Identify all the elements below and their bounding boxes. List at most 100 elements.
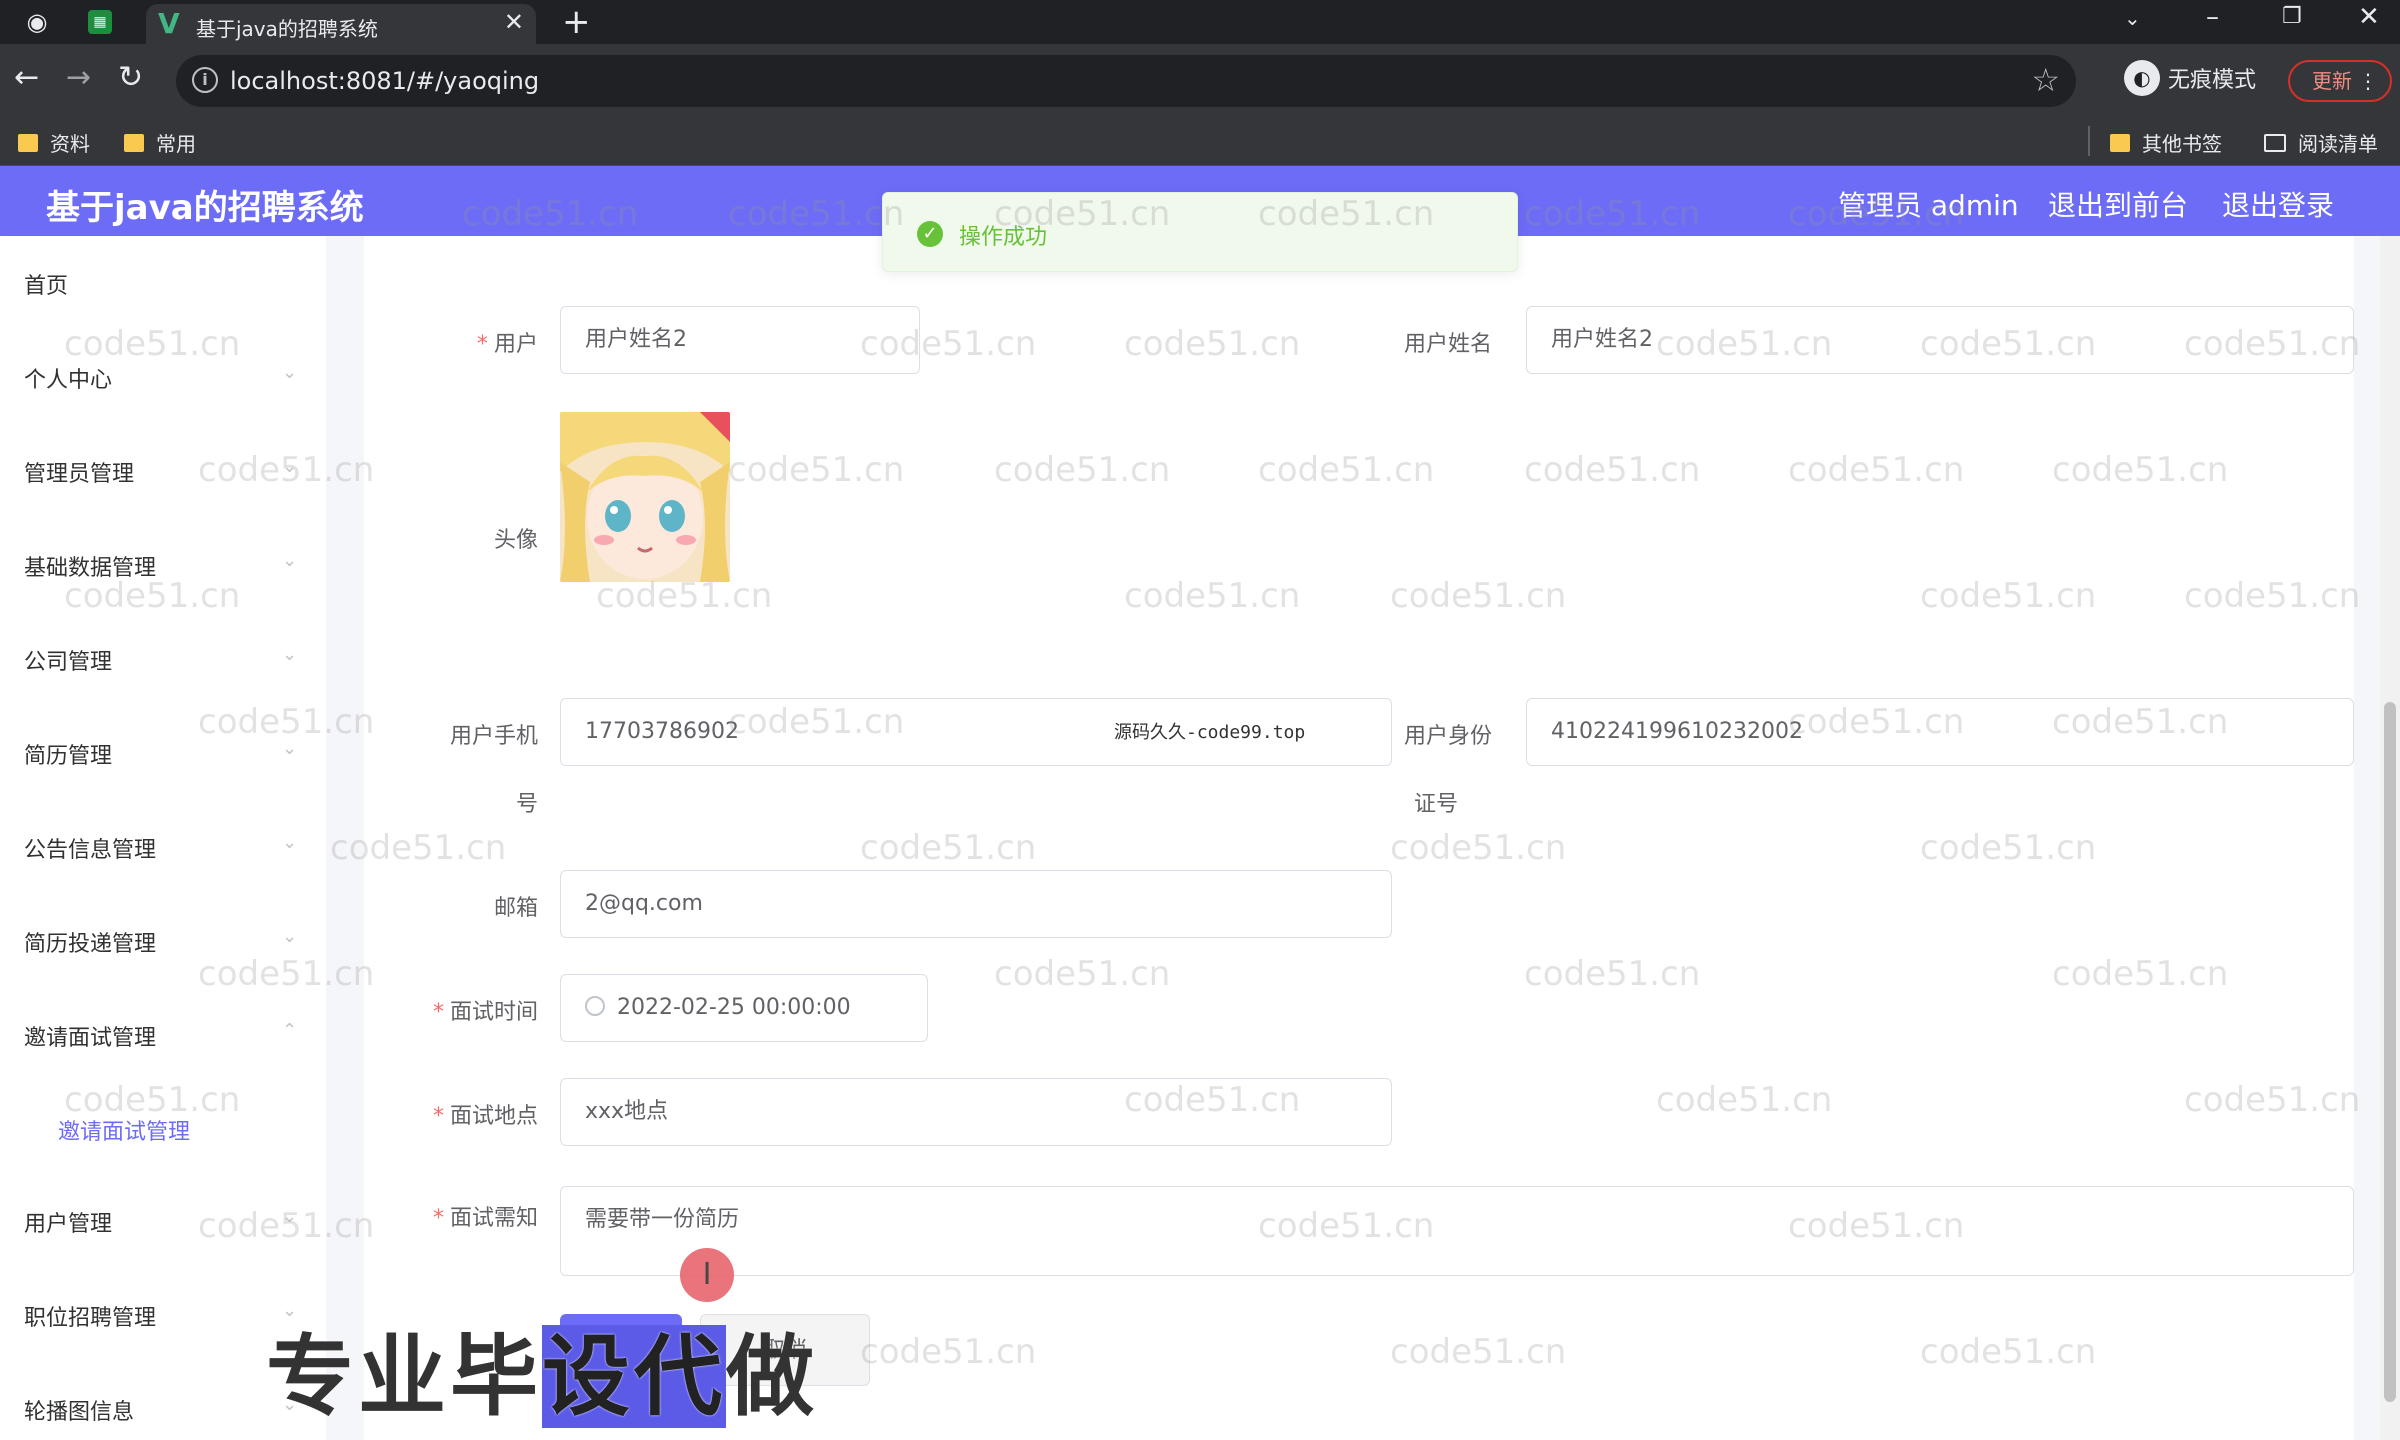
phone-label: 用户手机 (449, 724, 538, 749)
minimize-icon[interactable]: – (2206, 2, 2219, 32)
required-mark: * (432, 1000, 444, 1025)
other-bookmarks[interactable]: 其他书签 (2110, 128, 2222, 157)
interview-notice-textarea[interactable]: 需要带一份简历 (560, 1186, 2354, 1276)
success-toast: ✓ 操作成功 (882, 192, 1518, 272)
more-menu-icon[interactable]: ⋮ (2358, 62, 2378, 100)
toast-message: 操作成功 (959, 225, 1048, 250)
chevron-up-icon: ⌃ (282, 1020, 298, 1041)
chevron-down-icon: ⌄ (282, 362, 298, 383)
sidebar-item-label: 管理员管理 (24, 462, 135, 487)
email-label: 邮箱 (493, 896, 538, 921)
sidebar-item-resumes[interactable]: 简历管理 ⌄ (24, 738, 297, 770)
sidebar-item-basic-data[interactable]: 基础数据管理 ⌄ (24, 550, 297, 582)
sidebar-item-users[interactable]: 用户管理 ⌄ (24, 1206, 297, 1238)
reading-list[interactable]: 阅读清单 (2264, 128, 2378, 157)
source-note: 源码久久-code99.top (1114, 722, 1306, 743)
chevron-down-icon: ⌄ (282, 738, 298, 759)
idcard-field[interactable]: 410224199610232002 (1526, 698, 2354, 766)
folder-icon (2110, 133, 2130, 152)
new-tab-icon[interactable]: + (562, 2, 591, 42)
bookmark-folder-1[interactable]: 资料 (18, 128, 90, 157)
chevron-down-icon: ⌄ (282, 456, 298, 477)
reading-list-label: 阅读清单 (2298, 132, 2378, 156)
browser-toolbar: ← → ↻ i localhost:8081/#/yaoqing ☆ ◐ 无痕模… (0, 44, 2400, 116)
sidebar-item-label: 邀请面试管理 (24, 1026, 157, 1051)
vue-favicon-icon: V (158, 7, 180, 40)
close-window-icon[interactable]: ✕ (2358, 2, 2380, 32)
pinned-tab-icon[interactable]: ▦ (88, 10, 112, 34)
sidebar-item-label: 首页 (24, 274, 69, 299)
browser-menu-icon[interactable]: ◉ (22, 7, 52, 37)
avatar-image[interactable] (560, 412, 730, 582)
forward-icon[interactable]: → (66, 60, 91, 96)
bookmark-label: 资料 (50, 132, 90, 156)
sidebar-item-jobs[interactable]: 职位招聘管理 ⌄ (24, 1300, 297, 1332)
sidebar-subitem-interviews[interactable]: 邀请面试管理 (58, 1114, 190, 1146)
sidebar-item-label: 公司管理 (24, 650, 113, 675)
site-info-icon[interactable]: i (192, 67, 218, 93)
bookmarks-bar: 资料 常用 其他书签 阅读清单 (0, 116, 2400, 166)
tab-search-icon[interactable]: ⌄ (2124, 6, 2141, 30)
sidebar-item-label: 简历管理 (24, 744, 113, 769)
chevron-down-icon: ⌄ (282, 644, 298, 665)
sidebar-item-carousel[interactable]: 轮播图信息 ⌄ (24, 1394, 297, 1426)
update-label: 更新 (2312, 69, 2352, 93)
chevron-down-icon: ⌄ (282, 550, 298, 571)
main-content: * 用户 用户姓名2 用户姓名 用户姓名2 头像 用户手机 号 17703786… (326, 236, 2380, 1440)
reload-icon[interactable]: ↻ (118, 60, 143, 96)
logout-link[interactable]: 退出登录 (2222, 184, 2334, 224)
user-select[interactable]: 用户姓名2 (560, 306, 920, 374)
avatar-label: 头像 (493, 528, 538, 553)
sidebar-item-home[interactable]: 首页 (24, 268, 68, 300)
interview-place-field[interactable]: xxx地点 (560, 1078, 1392, 1146)
interview-time-picker[interactable]: 2022-02-25 00:00:00 (560, 974, 928, 1042)
page-scrollbar[interactable] (2380, 236, 2400, 1440)
active-tab[interactable]: V 基于java的招聘系统 ✕ (146, 4, 536, 44)
address-bar[interactable]: i localhost:8081/#/yaoqing ☆ (176, 55, 2076, 107)
tab-close-icon[interactable]: ✕ (504, 8, 524, 36)
interview-form: * 用户 用户姓名2 用户姓名 用户姓名2 头像 用户手机 号 17703786… (364, 236, 2354, 1440)
phone-label-cont: 号 (515, 792, 538, 817)
sidebar-item-profile[interactable]: 个人中心 ⌄ (24, 362, 297, 394)
sidebar-item-interviews[interactable]: 邀请面试管理 ⌃ (24, 1020, 297, 1052)
incognito-icon: ◐ (2124, 60, 2160, 96)
interview-place-label: * 面试地点 (432, 1104, 538, 1129)
url-text[interactable]: localhost:8081/#/yaoqing (230, 67, 539, 95)
folder-icon (124, 133, 144, 152)
user-name-label: 用户姓名 (1403, 332, 1492, 357)
scrollbar-thumb[interactable] (2384, 702, 2396, 1402)
update-button[interactable]: 更新 ⋮ (2288, 60, 2392, 102)
idcard-label: 用户身份 (1403, 724, 1492, 749)
promo-banner: 专业毕设代做 (266, 1325, 819, 1428)
tab-title: 基于java的招聘系统 (196, 17, 378, 41)
to-front-link[interactable]: 退出到前台 (2048, 184, 2188, 224)
back-icon[interactable]: ← (14, 60, 39, 96)
folder-icon (18, 133, 38, 152)
bookmark-label: 常用 (156, 132, 196, 156)
app-title: 基于java的招聘系统 (46, 188, 364, 228)
sidebar-item-admins[interactable]: 管理员管理 ⌄ (24, 456, 297, 488)
sidebar-item-companies[interactable]: 公司管理 ⌄ (24, 644, 297, 676)
interview-notice-label: * 面试需知 (432, 1206, 538, 1231)
chevron-down-icon: ⌄ (282, 926, 298, 947)
sidebar-item-label: 公告信息管理 (24, 838, 157, 863)
anime-avatar-icon (560, 412, 730, 582)
required-mark: * (432, 1206, 444, 1231)
admin-label: 管理员 admin (1838, 189, 2019, 222)
bookmark-folder-2[interactable]: 常用 (124, 128, 196, 157)
chevron-down-icon: ⌄ (282, 832, 298, 853)
sidebar-item-notices[interactable]: 公告信息管理 ⌄ (24, 832, 297, 864)
incognito-indicator[interactable]: ◐ 无痕模式 (2124, 60, 2256, 96)
check-circle-icon: ✓ (917, 221, 943, 247)
sidebar-item-label: 轮播图信息 (24, 1400, 135, 1425)
sidebar-item-label: 职位招聘管理 (24, 1306, 157, 1331)
mouse-cursor-icon: I (680, 1248, 734, 1302)
restore-icon[interactable]: ❐ (2282, 4, 2302, 29)
bookmark-star-icon[interactable]: ☆ (2031, 61, 2060, 99)
idcard-label-cont: 证号 (1413, 792, 1458, 817)
required-mark: * (476, 332, 488, 357)
sidebar-item-resume-delivery[interactable]: 简历投递管理 ⌄ (24, 926, 297, 958)
user-name-field[interactable]: 用户姓名2 (1526, 306, 2354, 374)
email-field[interactable]: 2@qq.com (560, 870, 1392, 938)
sidebar-menu: 首页 个人中心 ⌄ 管理员管理 ⌄ 基础数据管理 ⌄ 公司管理 ⌄ 简历管理 ⌄ 公告信息… (0, 236, 326, 1440)
